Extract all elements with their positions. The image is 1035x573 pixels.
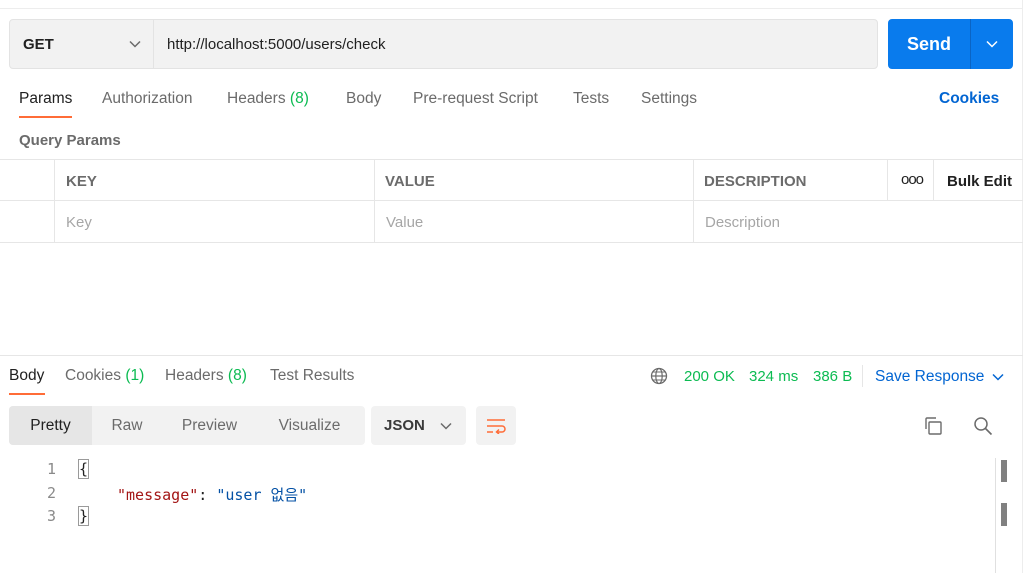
status-divider xyxy=(862,365,863,387)
tab-headers[interactable]: Headers (8) xyxy=(227,90,309,108)
key-input[interactable]: Key xyxy=(66,214,92,231)
wrap-lines-icon xyxy=(487,418,506,434)
tab-label: Headers xyxy=(165,367,224,384)
send-options-button[interactable] xyxy=(971,19,1013,69)
response-tab-body[interactable]: Body xyxy=(9,367,44,385)
url-text: http://localhost:5000/users/check xyxy=(167,35,386,53)
column-header-key: KEY xyxy=(66,173,97,190)
scrollbar-marker xyxy=(1001,460,1007,482)
cookies-link[interactable]: Cookies xyxy=(939,90,999,108)
line-number: 3 xyxy=(46,507,56,525)
code-close-brace: } xyxy=(77,506,90,526)
tab-pre-request-script[interactable]: Pre-request Script xyxy=(413,90,538,108)
table-row: Key Value Description xyxy=(0,202,1023,243)
tab-label: Settings xyxy=(641,90,698,107)
status-code[interactable]: 200 OK xyxy=(684,368,735,385)
view-pretty-button[interactable]: Pretty xyxy=(9,406,92,445)
chevron-down-icon xyxy=(129,40,141,48)
more-options-icon[interactable]: ooo xyxy=(901,171,924,188)
save-response-button[interactable]: Save Response xyxy=(875,368,1004,386)
send-button-group: Send xyxy=(888,19,1013,69)
url-input[interactable]: http://localhost:5000/users/check xyxy=(154,20,877,68)
tab-params[interactable]: Params xyxy=(19,90,72,108)
json-key: "message" xyxy=(117,486,199,504)
json-value: "user 없음" xyxy=(216,486,308,504)
chevron-down-icon xyxy=(440,422,452,430)
json-colon: : xyxy=(198,486,217,504)
format-select[interactable]: JSON xyxy=(371,406,466,445)
line-number: 1 xyxy=(46,460,56,478)
code-open-brace: { xyxy=(77,459,90,479)
response-tab-test-results[interactable]: Test Results xyxy=(270,367,354,385)
tab-label: Headers xyxy=(227,90,286,107)
request-url-bar: GET http://localhost:5000/users/check xyxy=(9,19,878,69)
column-divider xyxy=(887,160,888,201)
description-input[interactable]: Description xyxy=(705,214,780,231)
tab-label: Authorization xyxy=(102,90,193,107)
query-params-table: KEY VALUE DESCRIPTION ooo Bulk Edit Key … xyxy=(0,159,1023,243)
request-tabs: Params Authorization Headers (8) Body Pr… xyxy=(0,86,1023,120)
tab-count: (1) xyxy=(125,367,145,384)
tab-label: Pre-request Script xyxy=(413,90,538,107)
tab-label: Cookies xyxy=(65,367,121,384)
globe-icon[interactable] xyxy=(650,367,668,385)
view-mode-group: Pretty Raw Preview Visualize xyxy=(9,406,365,445)
editor-scrollbar[interactable] xyxy=(995,458,996,573)
chevron-down-icon xyxy=(992,373,1004,381)
response-time[interactable]: 324 ms xyxy=(749,368,798,385)
copy-icon[interactable] xyxy=(923,416,943,436)
code-line: "message": "user 없음" xyxy=(117,484,307,505)
tab-label: Test Results xyxy=(270,367,355,384)
search-icon[interactable] xyxy=(973,416,993,436)
bulk-edit-button[interactable]: Bulk Edit xyxy=(947,173,1012,190)
tab-tests[interactable]: Tests xyxy=(573,90,609,108)
view-label: Pretty xyxy=(30,416,71,434)
close-brace: } xyxy=(77,506,90,526)
column-header-value: VALUE xyxy=(385,173,435,190)
scrollbar-marker xyxy=(1001,503,1007,526)
send-button[interactable]: Send xyxy=(888,19,971,69)
tab-label: Tests xyxy=(573,90,610,107)
request-response-divider xyxy=(0,355,1023,356)
view-label: Preview xyxy=(181,416,238,434)
tab-settings[interactable]: Settings xyxy=(641,90,697,108)
active-tab-indicator xyxy=(9,393,45,395)
save-response-label: Save Response xyxy=(875,368,985,385)
table-header-row: KEY VALUE DESCRIPTION ooo Bulk Edit xyxy=(0,160,1023,201)
response-tab-cookies[interactable]: Cookies (1) xyxy=(65,367,144,385)
tab-label: Body xyxy=(9,367,45,384)
chevron-down-icon xyxy=(986,40,998,48)
column-header-description: DESCRIPTION xyxy=(704,173,807,190)
view-label: Visualize xyxy=(278,416,341,434)
open-brace: { xyxy=(77,459,90,479)
line-number: 2 xyxy=(46,484,56,502)
method-select[interactable]: GET xyxy=(10,20,154,68)
response-size[interactable]: 386 B xyxy=(813,368,852,385)
query-params-title: Query Params xyxy=(19,132,121,149)
wrap-lines-button[interactable] xyxy=(476,406,516,445)
active-tab-indicator xyxy=(19,116,72,118)
send-label: Send xyxy=(906,33,951,54)
format-label: JSON xyxy=(384,417,425,434)
column-divider xyxy=(933,160,934,201)
method-label: GET xyxy=(23,35,54,53)
tab-count: (8) xyxy=(227,367,247,384)
tab-body[interactable]: Body xyxy=(346,90,381,108)
top-divider xyxy=(0,8,1023,9)
view-raw-button[interactable]: Raw xyxy=(92,406,162,445)
tab-label: Body xyxy=(346,90,382,107)
tab-authorization[interactable]: Authorization xyxy=(102,90,192,108)
tab-label: Params xyxy=(19,90,73,107)
response-tab-headers[interactable]: Headers (8) xyxy=(165,367,247,385)
view-preview-button[interactable]: Preview xyxy=(162,406,257,445)
value-input[interactable]: Value xyxy=(386,214,423,231)
view-label: Raw xyxy=(111,416,143,434)
tab-count: (8) xyxy=(289,90,309,107)
view-visualize-button[interactable]: Visualize xyxy=(257,406,362,445)
